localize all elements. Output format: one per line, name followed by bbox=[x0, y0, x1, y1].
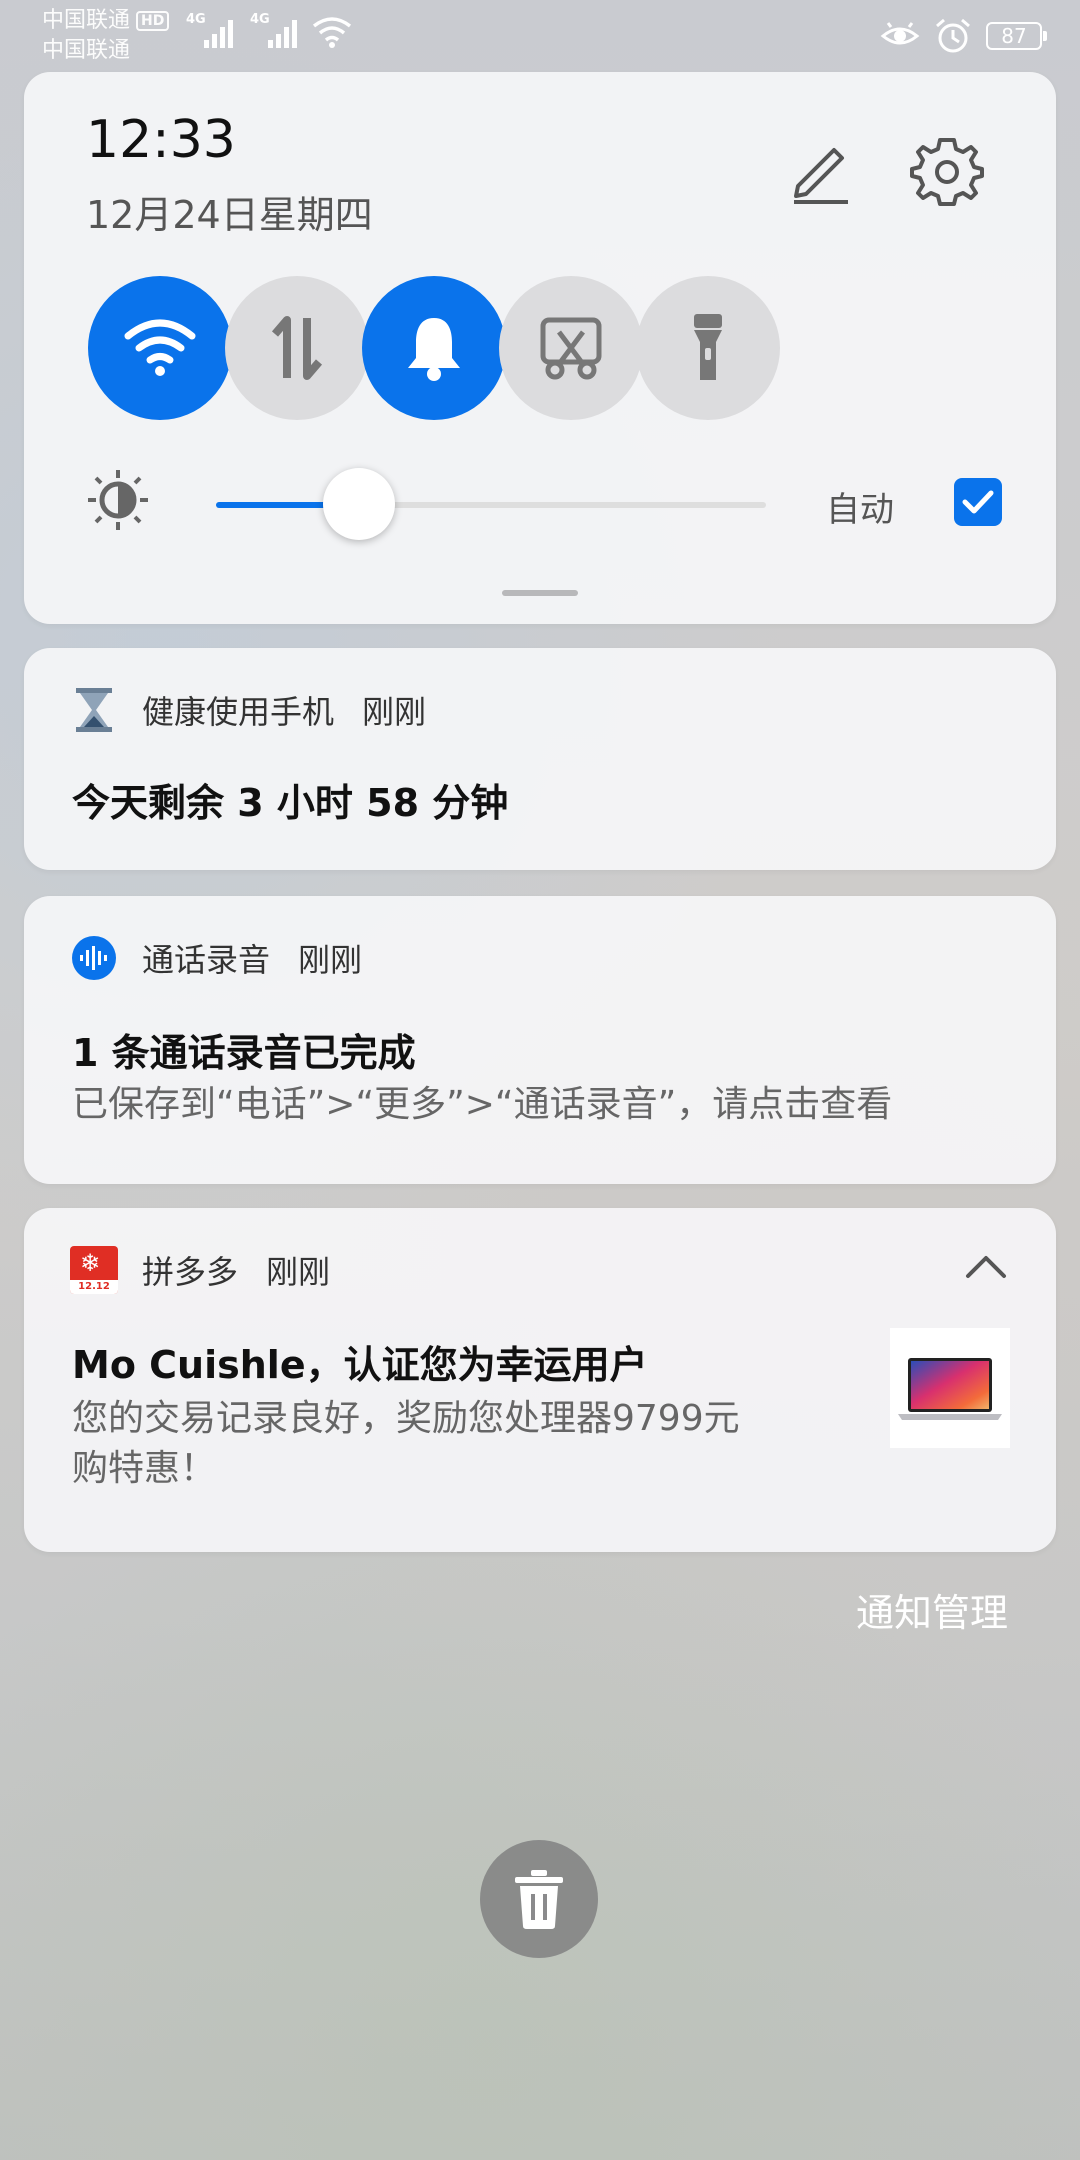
alarm-icon bbox=[936, 18, 970, 53]
wifi-toggle[interactable] bbox=[88, 276, 232, 420]
battery-icon: 87 bbox=[986, 22, 1047, 50]
hd-badge: HD bbox=[136, 11, 170, 31]
brightness-sun-icon bbox=[88, 470, 148, 530]
notification-body: 已保存到“电话”>“更多”>“通话录音”，请点击查看 bbox=[72, 1084, 893, 1125]
checkmark-icon bbox=[962, 490, 994, 514]
wifi-icon bbox=[312, 17, 352, 48]
status-bar: 中国联通 HD 中国联通 4G 4G 87 bbox=[0, 0, 1080, 70]
notification-app-name: 通话录音 bbox=[142, 941, 271, 979]
auto-brightness-label: 自动 bbox=[826, 490, 894, 530]
notification-title: 1 条通话录音已完成 bbox=[72, 1031, 416, 1075]
flashlight-toggle[interactable] bbox=[636, 276, 780, 420]
carrier-2: 中国联通 bbox=[42, 38, 131, 63]
notification-body-line-1: 您的交易记录良好，奖励您处理器9799元 bbox=[72, 1398, 740, 1439]
screenshot-toggle[interactable] bbox=[499, 276, 643, 420]
notification-time: 刚刚 bbox=[362, 693, 427, 731]
clear-all-button[interactable] bbox=[480, 1840, 598, 1958]
eye-comfort-icon bbox=[880, 22, 920, 45]
notification-app-name: 拼多多 bbox=[142, 1253, 239, 1291]
notification-health-usage[interactable]: 健康使用手机 刚刚 今天剩余 3 小时 58 分钟 bbox=[24, 648, 1056, 870]
auto-brightness-checkbox[interactable] bbox=[954, 478, 1002, 526]
notification-header: 健康使用手机 刚刚 bbox=[70, 686, 426, 734]
gear-icon[interactable] bbox=[910, 134, 984, 208]
hourglass-icon bbox=[70, 686, 118, 734]
notification-body: 您的交易记录良好，奖励您处理器9799元 购特惠！ bbox=[72, 1394, 740, 1494]
notification-pinduoduo[interactable]: ❄ 12.12 拼多多 刚刚 Mo Cuishle，认证您为幸运用户 您的交易记录… bbox=[24, 1208, 1056, 1552]
app-icon-badge: 12.12 bbox=[70, 1280, 118, 1294]
carrier-info: 中国联通 HD 中国联通 bbox=[42, 6, 170, 66]
notification-header: ❄ 12.12 拼多多 刚刚 bbox=[70, 1246, 330, 1294]
wifi-icon bbox=[124, 319, 196, 376]
bell-icon bbox=[408, 318, 460, 381]
edit-pencil-icon[interactable] bbox=[784, 134, 856, 206]
network-type-1: 4G bbox=[186, 12, 206, 27]
network-type-2: 4G bbox=[250, 12, 270, 27]
quick-settings-panel: 12:33 12月24日星期四 自动 bbox=[24, 72, 1056, 624]
notification-management-link[interactable]: 通知管理 bbox=[856, 1582, 1008, 1637]
notification-time: 刚刚 bbox=[298, 941, 363, 979]
notification-body-line-2: 购特惠！ bbox=[72, 1448, 217, 1489]
notification-title: Mo Cuishle，认证您为幸运用户 bbox=[72, 1343, 648, 1387]
laptop-image bbox=[898, 1358, 1002, 1420]
battery-level: 87 bbox=[1001, 24, 1027, 48]
notification-app-name: 健康使用手机 bbox=[142, 693, 335, 731]
mobile-data-toggle[interactable] bbox=[225, 276, 369, 420]
panel-drag-handle[interactable] bbox=[502, 590, 578, 596]
screenshot-scissors-icon bbox=[540, 317, 602, 380]
chevron-up-icon[interactable] bbox=[964, 1252, 1008, 1280]
flashlight-icon bbox=[694, 314, 722, 380]
notification-header: 通话录音 刚刚 bbox=[70, 934, 362, 982]
data-arrows-icon bbox=[271, 316, 323, 380]
notification-call-recording[interactable]: 通话录音 刚刚 1 条通话录音已完成 已保存到“电话”>“更多”>“通话录音”，… bbox=[24, 896, 1056, 1184]
notification-title: 今天剩余 3 小时 58 分钟 bbox=[72, 781, 509, 825]
brightness-slider-thumb[interactable] bbox=[323, 468, 395, 540]
notification-thumbnail[interactable] bbox=[890, 1328, 1010, 1448]
brightness-slider[interactable] bbox=[216, 468, 766, 540]
trash-icon bbox=[515, 1870, 563, 1929]
voice-wave-icon bbox=[70, 934, 118, 982]
carrier-1: 中国联通 HD bbox=[42, 6, 170, 36]
clock-time[interactable]: 12:33 bbox=[86, 110, 236, 170]
sound-toggle[interactable] bbox=[362, 276, 506, 420]
notification-time: 刚刚 bbox=[266, 1253, 331, 1291]
clock-date[interactable]: 12月24日星期四 bbox=[86, 184, 373, 239]
pinduoduo-app-icon: ❄ 12.12 bbox=[70, 1246, 118, 1294]
